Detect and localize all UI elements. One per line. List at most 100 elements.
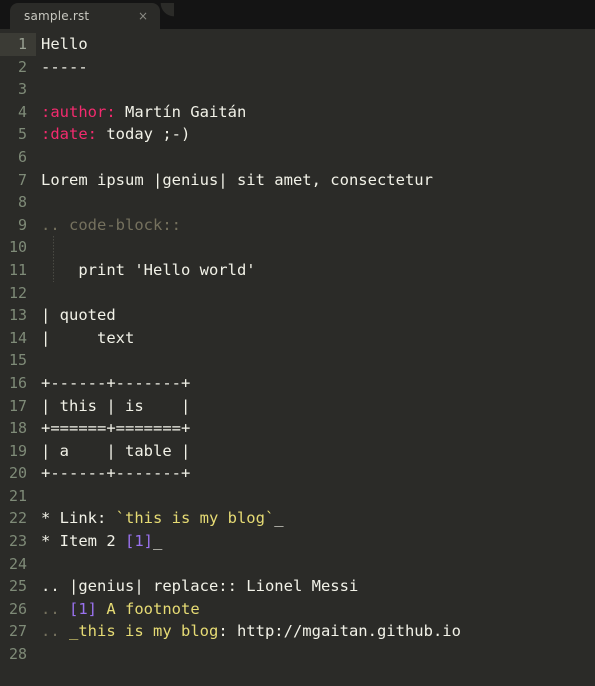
- line-content[interactable]: :author: Martín Gaitán: [36, 101, 246, 124]
- token-comment: ..: [41, 622, 69, 641]
- token-plain: .. |genius| replace:: Lionel Messi: [41, 577, 359, 596]
- line-number: 4: [17, 102, 27, 121]
- code-line[interactable]: 16 +------+-------+: [0, 372, 595, 395]
- line-number: 24: [8, 554, 27, 573]
- code-line[interactable]: 12: [0, 282, 595, 305]
- code-line[interactable]: 13 | quoted: [0, 304, 595, 327]
- code-line[interactable]: 14 | text: [0, 327, 595, 350]
- token-plain: | a | table |: [41, 441, 191, 460]
- line-content[interactable]: | a | table |: [36, 440, 190, 463]
- line-number: 23: [8, 532, 27, 551]
- line-number: 28: [8, 645, 27, 664]
- token-plain: : http://mgaitan.github.io: [218, 622, 461, 641]
- code-line[interactable]: 21: [0, 485, 595, 508]
- token-plain: +------+-------+: [41, 373, 191, 392]
- code-line[interactable]: 4 :author: Martín Gaitán: [0, 101, 595, 124]
- line-content[interactable]: -----: [36, 56, 88, 79]
- tab-sample-rst[interactable]: sample.rst ×: [10, 3, 174, 29]
- code-line[interactable]: 3: [0, 78, 595, 101]
- code-line[interactable]: 11 print 'Hello world': [0, 259, 595, 282]
- line-content[interactable]: .. [1] A footnote: [36, 598, 200, 621]
- line-content[interactable]: .. _this is my blog: http://mgaitan.gith…: [36, 620, 461, 643]
- line-content[interactable]: | text: [36, 327, 134, 350]
- line-number: 3: [17, 80, 27, 99]
- token-plain: * Link:: [41, 509, 116, 528]
- token-string: A footnote: [97, 599, 200, 618]
- line-content[interactable]: Lorem ipsum |genius| sit amet, consectet…: [36, 169, 433, 192]
- line-content[interactable]: :date: today ;-): [36, 123, 190, 146]
- code-line[interactable]: 6: [0, 146, 595, 169]
- line-number: 16: [8, 373, 27, 392]
- token-field: :date:: [41, 125, 97, 144]
- line-content[interactable]: Hello: [36, 33, 88, 56]
- code-line[interactable]: 9 .. code-block::: [0, 214, 595, 237]
- token-plain: _: [153, 532, 163, 551]
- line-content[interactable]: * Link: `this is my blog`_: [36, 507, 284, 530]
- code-line[interactable]: 23 * Item 2 [1]_: [0, 530, 595, 553]
- code-line[interactable]: 8: [0, 191, 595, 214]
- line-content[interactable]: +------+-------+: [36, 372, 190, 395]
- line-number: 5: [17, 125, 27, 144]
- close-icon[interactable]: ×: [138, 10, 148, 22]
- token-plain: today ;-): [97, 125, 191, 144]
- line-number: 2: [17, 57, 27, 76]
- line-number: 12: [8, 283, 27, 302]
- code-line[interactable]: 22 * Link: `this is my blog`_: [0, 507, 595, 530]
- code-line[interactable]: 24: [0, 553, 595, 576]
- line-content[interactable]: .. |genius| replace:: Lionel Messi: [36, 575, 358, 598]
- line-number: 17: [8, 396, 27, 415]
- code-line[interactable]: 10: [0, 236, 595, 259]
- code-line[interactable]: 18 +======+=======+: [0, 417, 595, 440]
- line-number: 9: [17, 215, 27, 234]
- line-number: 19: [8, 441, 27, 460]
- token-plain: | text: [41, 328, 135, 347]
- code-line[interactable]: 17 | this | is |: [0, 395, 595, 418]
- token-plain: Lorem ipsum |genius| sit amet, consectet…: [41, 170, 433, 189]
- line-content[interactable]: | quoted: [36, 304, 116, 327]
- line-number: 15: [8, 351, 27, 370]
- line-number: 6: [17, 147, 27, 166]
- code-line[interactable]: 26.. [1] A footnote: [0, 598, 595, 621]
- code-editor[interactable]: 1 Hello 2 ----- 3 4 :author: Martín Gaitán 5 :da…: [0, 29, 595, 686]
- token-plain: +======+=======+: [41, 419, 191, 438]
- code-line[interactable]: 20 +------+-------+: [0, 462, 595, 485]
- code-line[interactable]: 1 Hello: [0, 33, 595, 56]
- line-number: 20: [8, 464, 27, 483]
- line-number: 25: [8, 577, 27, 596]
- line-number: 18: [8, 419, 27, 438]
- line-content[interactable]: print 'Hello world': [36, 259, 255, 282]
- token-plain: Hello: [41, 35, 88, 53]
- code-line[interactable]: 28: [0, 643, 595, 666]
- code-line[interactable]: 15: [0, 349, 595, 372]
- line-number: 7: [17, 170, 27, 189]
- token-plain: -----: [41, 57, 88, 76]
- token-field: :author:: [41, 102, 116, 121]
- token-string: `this is my blog`: [115, 509, 275, 528]
- code-line[interactable]: 5 :date: today ;-): [0, 123, 595, 146]
- line-content[interactable]: .. code-block::: [36, 214, 181, 237]
- line-number: 11: [8, 260, 27, 279]
- token-plain: | this | is |: [41, 396, 191, 415]
- editor-window: sample.rst × 1 Hello 2 ----- 3 4 :author: Mart…: [0, 0, 595, 686]
- line-content[interactable]: +======+=======+: [36, 417, 190, 440]
- code-line[interactable]: 25 .. |genius| replace:: Lionel Messi: [0, 575, 595, 598]
- line-number: 27: [8, 622, 27, 641]
- token-plain: _: [274, 509, 284, 528]
- line-number: 10: [8, 238, 27, 257]
- line-content[interactable]: * Item 2 [1]_: [36, 530, 162, 553]
- code-line[interactable]: 2 -----: [0, 56, 595, 79]
- code-line[interactable]: 19 | a | table |: [0, 440, 595, 463]
- line-number: 21: [8, 486, 27, 505]
- token-number: [1]: [125, 532, 153, 551]
- line-content[interactable]: +------+-------+: [36, 462, 190, 485]
- code-line[interactable]: 7 Lorem ipsum |genius| sit amet, consecte…: [0, 169, 595, 192]
- line-content[interactable]: | this | is |: [36, 395, 190, 418]
- code-line[interactable]: 27 .. _this is my blog: http://mgaitan.gi…: [0, 620, 595, 643]
- line-number: 22: [8, 509, 27, 528]
- token-plain: Martín Gaitán: [115, 102, 247, 121]
- line-number: 13: [8, 306, 27, 325]
- code-lines[interactable]: 1 Hello 2 ----- 3 4 :author: Martín Gaitán 5 :da…: [0, 29, 595, 666]
- token-plain: | quoted: [41, 306, 116, 325]
- line-number: 14: [8, 328, 27, 347]
- line-number: 1: [0, 33, 36, 56]
